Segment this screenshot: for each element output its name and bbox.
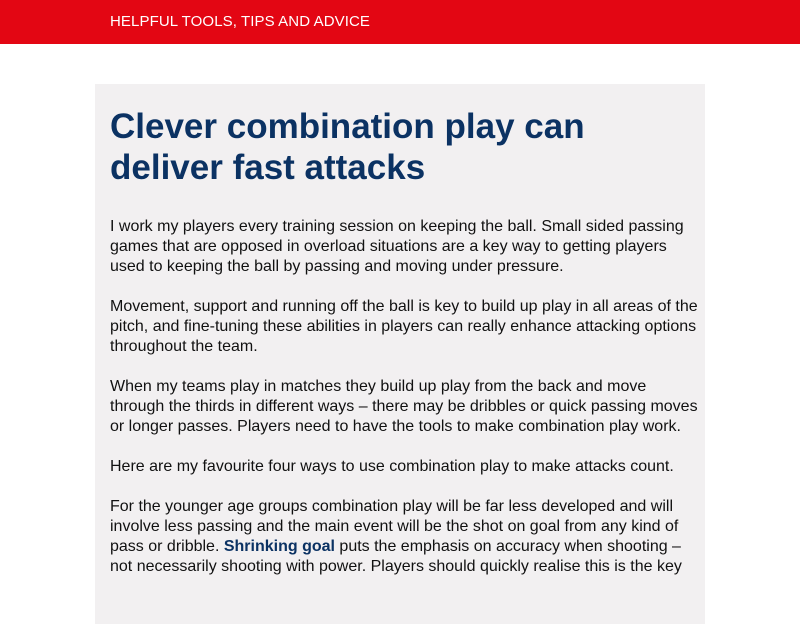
article-paragraph-3: When my teams play in matches they build… bbox=[110, 378, 698, 435]
shrinking-goal-link[interactable]: Shrinking goal bbox=[224, 538, 335, 555]
article-title: Clever combination play can deliver fast… bbox=[110, 107, 585, 187]
article-paragraph-5: For the younger age groups combination p… bbox=[110, 497, 700, 577]
article-paragraph-2: Movement, support and running off the ba… bbox=[110, 298, 698, 355]
top-banner: HELPFUL TOOLS, TIPS AND ADVICE bbox=[0, 0, 800, 44]
article-body: I work my players every training session… bbox=[110, 217, 700, 597]
banner-text: HELPFUL TOOLS, TIPS AND ADVICE bbox=[110, 13, 371, 30]
article-paragraph-4: Here are my favourite four ways to use c… bbox=[110, 458, 674, 475]
article-paragraph-1: I work my players every training session… bbox=[110, 218, 684, 275]
article-card: Clever combination play can deliver fast… bbox=[95, 84, 705, 624]
